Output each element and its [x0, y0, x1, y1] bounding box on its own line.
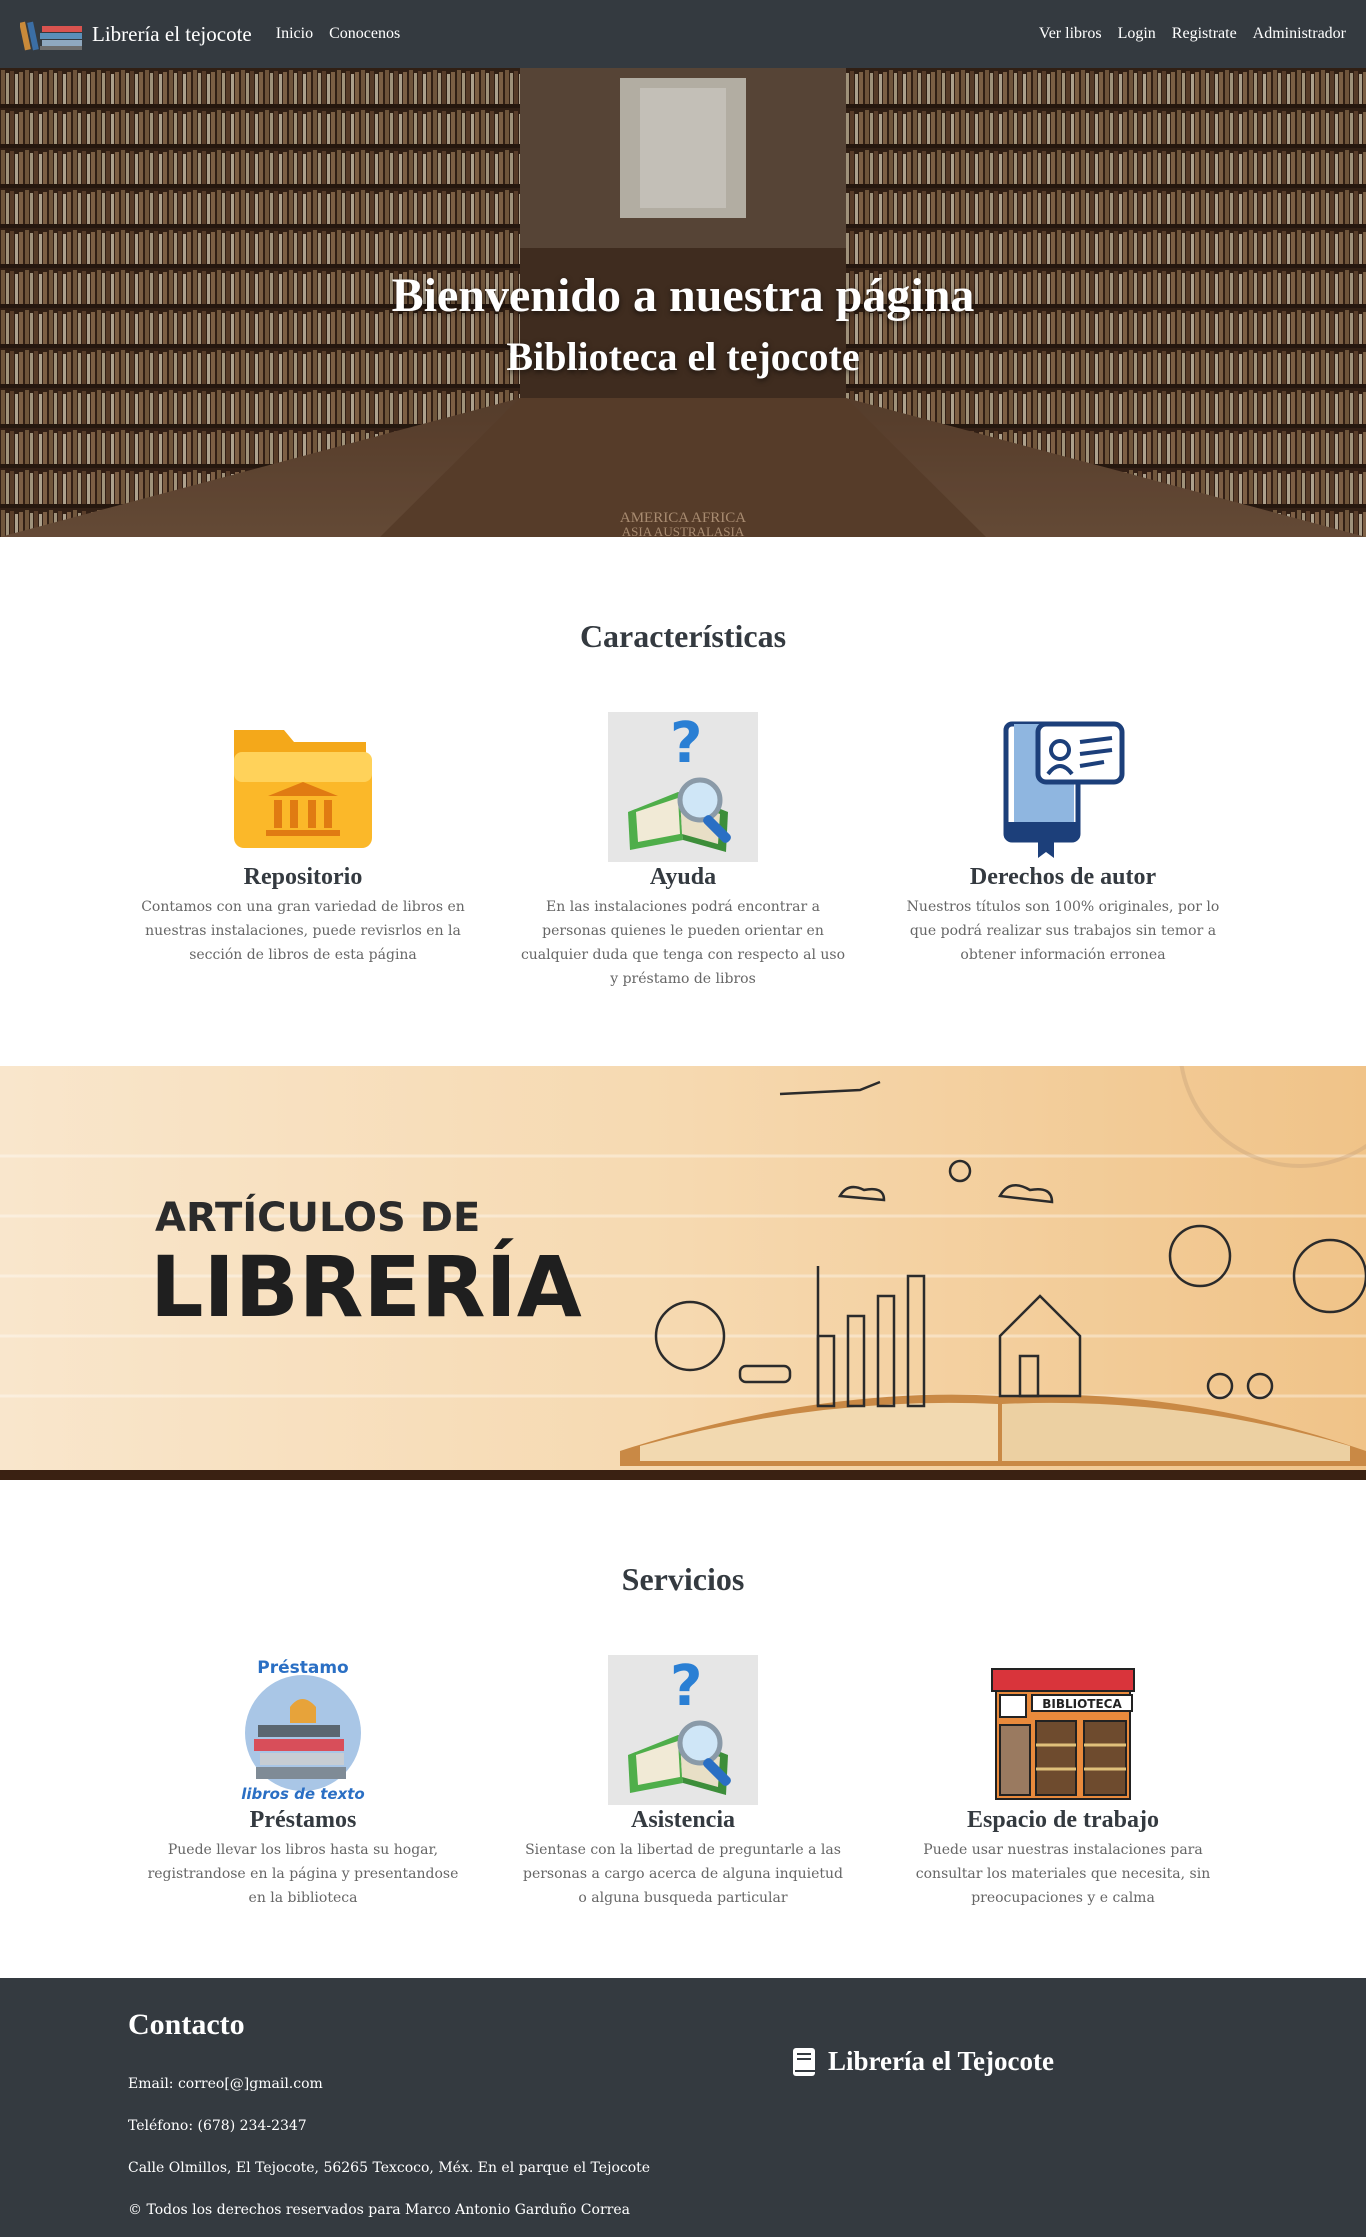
service-card-asistencia: ? Asistencia Sientase con la libertad de… [508, 1655, 858, 1910]
service-title: Préstamos [249, 1807, 357, 1833]
features-title: Características [579, 618, 787, 654]
hero-banner: AMERICA AFRICA ASIA AUSTRALASIA Bienveni… [0, 68, 1366, 537]
service-text: Puede llevar los libros hasta su hogar, … [147, 1842, 459, 1906]
service-text: Sientase con la libertad de preguntarle … [522, 1842, 844, 1906]
nav-link-ver-libros[interactable]: Ver libros [1039, 25, 1102, 43]
nav-right-menu: Ver libros Login Registrate Administrado… [1039, 25, 1346, 43]
banner-line2: LIBRERÍA [150, 1238, 582, 1336]
nav-link-registrate[interactable]: Registrate [1172, 25, 1237, 43]
hero-sign-line2: ASIA AUSTRALASIA [622, 524, 745, 537]
service-card-espacio: BIBLIOTECA Espacio de trabajo Puede usar… [888, 1655, 1238, 1910]
feature-card-ayuda: ? Ayuda En las instalaciones podrá encon… [508, 712, 858, 991]
navbar: Librería el tejocote Inicio Conocenos Ve… [0, 0, 1366, 68]
feature-text: En las instalaciones podrá encontrar a p… [520, 899, 846, 987]
articulos-banner: ARTÍCULOS DE LIBRERÍA [0, 1066, 1366, 1480]
footer-address: Calle Olmillos, El Tejocote, 56265 Texco… [128, 2160, 651, 2176]
books-logo-icon [20, 21, 82, 51]
feature-title: Ayuda [649, 864, 717, 890]
footer-email: Email: correo[@]gmail.com [128, 2076, 323, 2092]
footer-phone: Teléfono: (678) 234-2347 [128, 2118, 307, 2134]
feature-text: Contamos con una gran variedad de libros… [141, 899, 465, 963]
footer-contact-title: Contacto [128, 2008, 245, 2041]
library-articles-illustration: ARTÍCULOS DE LIBRERÍA [0, 1066, 1366, 1480]
feature-title: Derechos de autor [969, 864, 1157, 890]
service-title: Asistencia [631, 1807, 735, 1833]
book-magnifier-question-icon: ? [608, 1655, 758, 1805]
nav-link-login[interactable]: Login [1118, 25, 1156, 43]
book-magnifier-question-icon: ? [608, 712, 758, 862]
footer-brand: Librería el Tejocote [792, 2046, 1054, 2077]
svg-text:?: ? [670, 712, 702, 776]
footer-copyright: © Todos los derechos reservados para Mar… [128, 2202, 630, 2218]
book-stack-icon: Préstamo libros de texto [241, 1658, 365, 1803]
nav-link-inicio[interactable]: Inicio [276, 25, 313, 43]
footer: Contacto Email: correo[@]gmail.com Teléf… [0, 1978, 1366, 2237]
svg-text:?: ? [670, 1655, 702, 1719]
brand-name: Librería el tejocote [92, 21, 252, 46]
biblioteca-sign: BIBLIOTECA [1042, 1697, 1122, 1711]
hero-subtitle: Biblioteca el tejocote [506, 334, 860, 379]
features-cards: Repositorio Contamos con una gran varied… [128, 712, 1238, 991]
nav-link-conocenos[interactable]: Conocenos [329, 25, 400, 43]
banner-line1: ARTÍCULOS DE [155, 1193, 480, 1241]
feature-text: Nuestros títulos son 100% originales, po… [906, 899, 1220, 963]
nav-left-menu: Inicio Conocenos [276, 25, 400, 43]
hero-title: Bienvenido a nuestra página [391, 269, 975, 322]
libros-texto-image-label: libros de texto [241, 1785, 365, 1803]
folder-library-icon [234, 730, 372, 848]
book-icon [793, 2047, 815, 2076]
services-title: Servicios [621, 1561, 745, 1597]
library-building-icon: BIBLIOTECA [991, 1668, 1135, 1800]
footer-brand-name: Librería el Tejocote [828, 2046, 1054, 2076]
service-text: Puede usar nuestras instalaciones para c… [915, 1842, 1211, 1906]
book-id-card-icon [1003, 721, 1125, 858]
brand-link[interactable]: Librería el tejocote [20, 16, 252, 52]
feature-card-derechos: Derechos de autor Nuestros títulos son 1… [888, 712, 1238, 991]
services-cards: Préstamo libros de texto Préstamos Puede… [128, 1655, 1238, 1910]
service-card-prestamos: Préstamo libros de texto Préstamos Puede… [128, 1655, 478, 1910]
feature-title: Repositorio [243, 864, 363, 890]
service-title: Espacio de trabajo [967, 1807, 1159, 1833]
feature-card-repositorio: Repositorio Contamos con una gran varied… [128, 712, 478, 991]
nav-link-administrador[interactable]: Administrador [1253, 25, 1346, 43]
prestamo-image-label: Préstamo [257, 1658, 348, 1678]
